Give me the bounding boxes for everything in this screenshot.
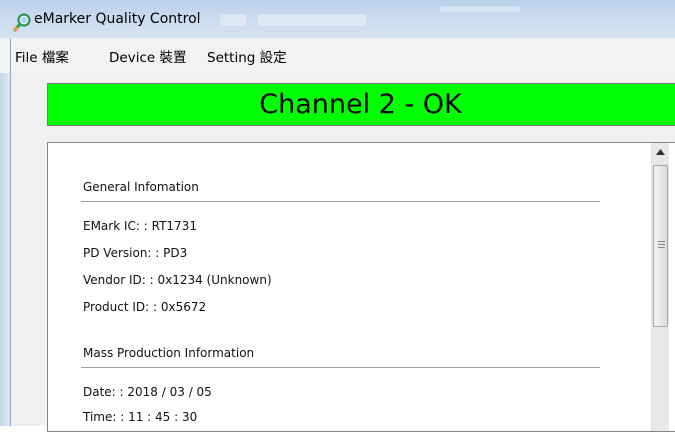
blurred-title-ghost: [258, 14, 366, 26]
title-bar[interactable]: eMarker Quality Control: [0, 0, 675, 39]
status-banner: Channel 2 - OK: [47, 83, 675, 126]
magnifier-app-icon: [13, 13, 31, 32]
menu-file[interactable]: File 檔案: [13, 46, 71, 66]
general-info-title: General Infomation: [83, 180, 199, 194]
section-divider: [81, 367, 600, 368]
menu-device[interactable]: Device 裝置: [107, 46, 188, 66]
menu-setting[interactable]: Setting 設定: [205, 46, 289, 66]
pd-version-field: PD Version: : PD3: [83, 246, 188, 260]
info-panel[interactable]: General Infomation EMark IC: : RT1731 PD…: [47, 142, 675, 432]
client-area: Channel 2 - OK General Infomation EMark …: [11, 73, 675, 432]
window-title: eMarker Quality Control: [34, 11, 201, 27]
emark-ic-field: EMark IC: : RT1731: [83, 219, 197, 233]
vertical-scrollbar[interactable]: [651, 143, 669, 431]
section-divider: [81, 201, 600, 202]
status-text: Channel 2 - OK: [259, 89, 462, 120]
scroll-grip-icon: [658, 241, 665, 250]
date-field: Date: : 2018 / 03 / 05: [83, 385, 212, 399]
product-id-field: Product ID: : 0x5672: [83, 300, 207, 314]
mass-production-title: Mass Production Information: [83, 346, 255, 360]
blurred-title-ghost: [440, 6, 520, 12]
time-field: Time: : 11 : 45 : 30: [83, 410, 198, 424]
scroll-thumb[interactable]: [653, 165, 668, 327]
window-frame-left: [0, 73, 10, 426]
blurred-title-ghost: [220, 14, 246, 26]
menu-bar: File 檔案 Device 裝置 Setting 設定: [0, 38, 675, 426]
vendor-id-field: Vendor ID: : 0x1234 (Unknown): [83, 273, 272, 287]
scroll-up-arrow-icon[interactable]: [652, 143, 669, 160]
